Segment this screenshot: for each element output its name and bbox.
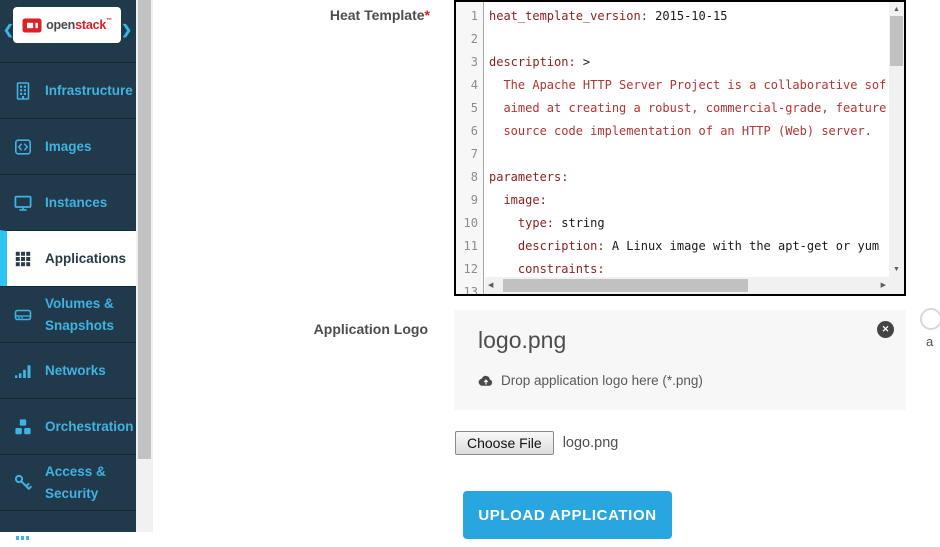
- line-number: 5: [456, 97, 483, 120]
- image-code-icon: [13, 137, 33, 157]
- line-number: 11: [456, 235, 483, 258]
- line-number: 10: [456, 212, 483, 235]
- choose-file-button[interactable]: Choose File: [455, 431, 554, 455]
- heat-template-label: Heat Template*: [200, 7, 430, 23]
- line-number: 13: [456, 281, 483, 296]
- code-line: [485, 143, 889, 166]
- sidebar-item-label: Access & Security: [45, 461, 127, 504]
- vertical-scrollbar-thumb[interactable]: [890, 16, 903, 66]
- required-asterisk: *: [425, 7, 430, 23]
- application-logo-label: Application Logo: [198, 321, 428, 337]
- scrollbar-corner: [889, 277, 904, 294]
- sidebar-item-label: Infrastructure: [45, 80, 127, 102]
- code-line: parameters:: [485, 166, 889, 189]
- scroll-down-icon[interactable]: ▼: [893, 266, 900, 273]
- line-number: 1: [456, 5, 483, 28]
- editor-vertical-scrollbar[interactable]: ▲ ▼: [889, 2, 904, 277]
- horizontal-scrollbar-thumb[interactable]: [503, 279, 748, 292]
- line-number: 4: [456, 74, 483, 97]
- sidebar-item-volumes-snapshots[interactable]: Volumes & Snapshots: [0, 286, 136, 342]
- sidebar-item-images[interactable]: Images: [0, 118, 136, 174]
- heat-template-editor[interactable]: 12345678910111213 heat_template_version:…: [454, 0, 906, 296]
- partial-icon: [13, 527, 33, 547]
- monitor-icon: [13, 193, 33, 213]
- code-line: source code implementation of an HTTP (W…: [485, 120, 889, 143]
- code-line: description: A Linux image with the apt-…: [485, 235, 889, 258]
- sidebar-item-label: Orchestration: [45, 416, 127, 438]
- sidebar-item-label: Applications: [45, 248, 127, 270]
- chosen-file-name: logo.png: [563, 435, 619, 451]
- code-line: heat_template_version: 2015-10-15: [485, 5, 889, 28]
- code-line: type: string: [485, 212, 889, 235]
- sidebar-logo-row: ❮ openstack™ ❯: [0, 0, 136, 62]
- sidebar-item-partial[interactable]: [0, 510, 136, 532]
- cubes-icon: [13, 417, 33, 437]
- dropzone-hint: Drop application logo here (*.png): [478, 373, 703, 388]
- sidebar-item-label: Instances: [45, 192, 127, 214]
- code-line: The Apache HTTP Server Project is a coll…: [485, 74, 889, 97]
- scroll-left-icon[interactable]: ◀: [488, 282, 493, 289]
- line-number: 2: [456, 28, 483, 51]
- openstack-logo[interactable]: openstack™: [13, 7, 121, 43]
- line-number: 3: [456, 51, 483, 74]
- sidebar-item-applications[interactable]: Applications: [0, 230, 136, 286]
- scroll-up-icon[interactable]: ▲: [893, 6, 900, 13]
- dropzone-filename: logo.png: [478, 327, 566, 354]
- scroll-right-icon[interactable]: ▶: [881, 282, 886, 289]
- sidebar-item-orchestration[interactable]: Orchestration: [0, 398, 136, 454]
- cloud-upload-icon: [478, 374, 494, 387]
- collapse-right-icon[interactable]: ❯: [121, 22, 132, 38]
- sidebar-scrollbar[interactable]: [136, 0, 153, 532]
- sidebar-items: Infrastructure Images Instances Application…: [0, 62, 136, 510]
- sidebar-item-infrastructure[interactable]: Infrastructure: [0, 62, 136, 118]
- help-circle-icon: [920, 308, 940, 330]
- sidebar-item-networks[interactable]: Networks: [0, 342, 136, 398]
- logo-file-input-row: Choose File logo.png: [455, 431, 618, 455]
- editor-horizontal-scrollbar[interactable]: ◀ ▶: [485, 277, 889, 294]
- sidebar-item-label: Images: [45, 136, 127, 158]
- line-number: 8: [456, 166, 483, 189]
- line-number: 6: [456, 120, 483, 143]
- editor-line-number-gutter: 12345678910111213: [456, 2, 484, 294]
- remove-logo-icon[interactable]: ✕: [877, 321, 894, 338]
- signal-bars-icon: [13, 361, 33, 381]
- code-line: [485, 28, 889, 51]
- line-number: 9: [456, 189, 483, 212]
- openstack-logo-text: openstack™: [46, 18, 112, 32]
- drive-icon: [13, 305, 33, 325]
- building-icon: [13, 81, 33, 101]
- code-line: description: >: [485, 51, 889, 74]
- key-icon: [13, 473, 33, 493]
- editor-code-area[interactable]: heat_template_version: 2015-10-15 descrip…: [485, 2, 889, 294]
- sidebar: ❮ openstack™ ❯ Infrastructure Images Insta…: [0, 0, 136, 532]
- code-line: aimed at creating a robust, commercial-g…: [485, 97, 889, 120]
- logo-dropzone[interactable]: logo.png Drop application logo here (*.p…: [454, 310, 906, 410]
- openstack-logo-icon: [22, 17, 42, 34]
- line-number: 12: [456, 258, 483, 281]
- sidebar-item-label: Networks: [45, 360, 127, 382]
- sidebar-item-instances[interactable]: Instances: [0, 174, 136, 230]
- cutoff-help-text: a: [926, 334, 933, 349]
- sidebar-item-access-security[interactable]: Access & Security: [0, 454, 136, 510]
- grid-icon: [13, 249, 33, 269]
- sidebar-scrollbar-thumb[interactable]: [138, 0, 151, 459]
- line-number: 7: [456, 143, 483, 166]
- sidebar-item-label: Volumes & Snapshots: [45, 293, 127, 336]
- code-line: image:: [485, 189, 889, 212]
